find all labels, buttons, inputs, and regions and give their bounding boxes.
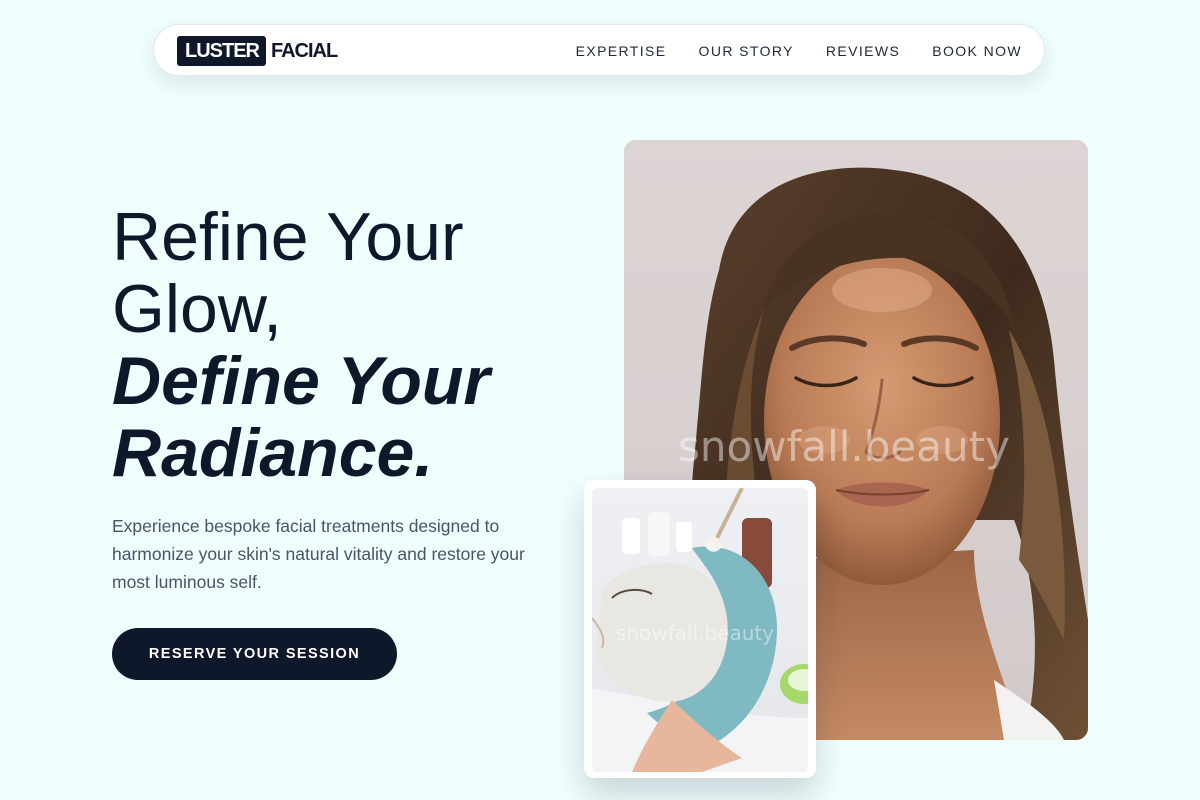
page: LUSTER FACIAL EXPERTISE OUR STORY REVIEW… [0, 0, 1200, 800]
reserve-session-button[interactable]: RESERVE YOUR SESSION [112, 628, 397, 680]
nav-links: EXPERTISE OUR STORY REVIEWS BOOK NOW [576, 25, 1022, 77]
hero-title-line-2: Glow, [112, 271, 283, 347]
hero-description: Experience bespoke facial treatments des… [112, 516, 525, 592]
facial-treatment-image: snowfall.beauty [592, 488, 808, 772]
facial-treatment-image-card: snowfall.beauty [584, 480, 816, 778]
top-navbar: LUSTER FACIAL EXPERTISE OUR STORY REVIEW… [153, 24, 1045, 76]
nav-link-our-story[interactable]: OUR STORY [699, 43, 794, 59]
nav-link-expertise[interactable]: EXPERTISE [576, 43, 667, 59]
treatment-illustration [592, 488, 808, 772]
logo-text: FACIAL [271, 40, 338, 62]
brand-logo[interactable]: LUSTER FACIAL [177, 36, 338, 66]
nav-link-reviews[interactable]: REVIEWS [826, 43, 900, 59]
hero-title-line-4: Radiance. [112, 415, 434, 491]
logo-box: LUSTER [177, 36, 266, 66]
nav-link-book-now[interactable]: BOOK NOW [932, 43, 1022, 59]
hero-title: Refine Your Glow, Define Your Radiance. [112, 201, 490, 489]
hero-title-line-3: Define Your [112, 343, 490, 419]
hero-title-line-1: Refine Your [112, 199, 464, 275]
